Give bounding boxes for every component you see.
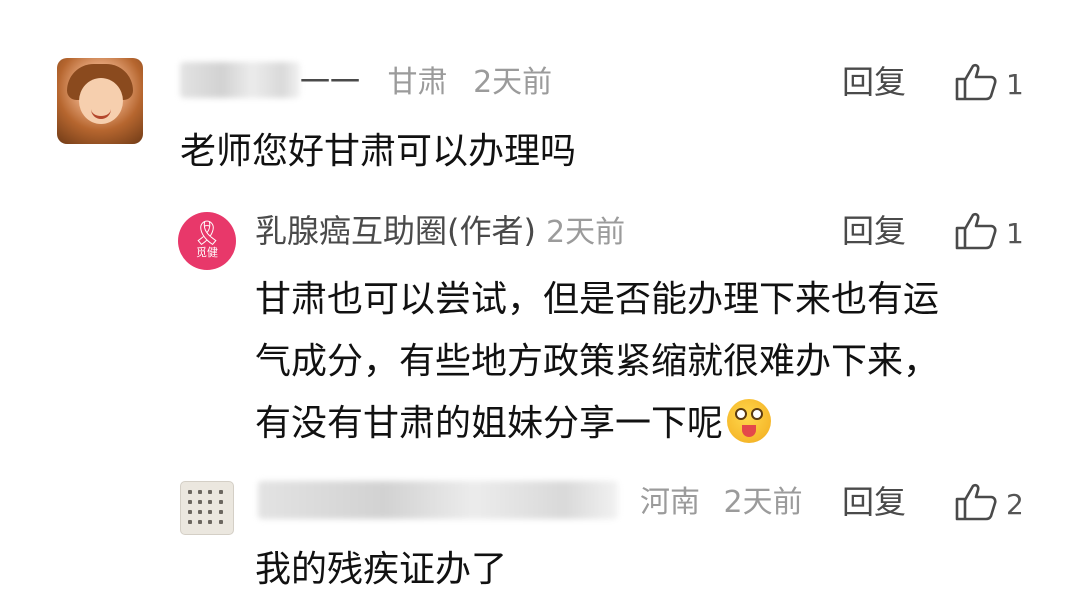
like-count: 2 xyxy=(1006,488,1024,521)
reply-button[interactable]: 回复 xyxy=(842,64,906,100)
comment-meta: 一一 甘肃 2天前 xyxy=(300,66,552,100)
author-avatar[interactable]: 🎗 觅健 xyxy=(178,212,236,270)
like-count: 1 xyxy=(1006,68,1024,101)
location: 甘肃 xyxy=(387,65,448,100)
timestamp: 2天前 xyxy=(545,215,626,250)
avatar-brand: 觅健 xyxy=(196,246,218,259)
blurred-username xyxy=(180,62,300,98)
blurred-username xyxy=(258,481,618,519)
like-count: 1 xyxy=(1006,217,1024,250)
pink-ribbon-icon: 🎗 xyxy=(191,219,223,247)
timestamp: 2天前 xyxy=(723,485,803,520)
surprised-tongue-emoji-icon xyxy=(727,399,772,443)
author-name[interactable]: 乳腺癌互助圈(作者) xyxy=(255,212,536,250)
reply-text-line-3-text: 有没有甘肃的姐妹分享一下呢 xyxy=(255,403,724,444)
avatar[interactable] xyxy=(57,58,143,144)
comment-meta: 河南 2天前 xyxy=(640,486,803,520)
reply-text-line-1: 甘肃也可以尝试，但是否能办理下来也有运 xyxy=(255,279,940,320)
reply-text-line-3: 有没有甘肃的姐妹分享一下呢 xyxy=(255,392,772,456)
calligraphy-grid-avatar[interactable] xyxy=(180,481,234,535)
thumbs-up-icon[interactable] xyxy=(954,62,998,102)
comment-meta: 乳腺癌互助圈(作者) 2天前 xyxy=(255,213,625,251)
comment-text: 老师您好甘肃可以办理吗 xyxy=(180,131,577,172)
thumbs-up-icon[interactable] xyxy=(954,211,998,251)
username[interactable]: 一一 xyxy=(300,65,360,100)
timestamp: 2天前 xyxy=(473,65,553,100)
comment-text: 我的残疾证办了 xyxy=(255,549,508,590)
thumbs-up-icon[interactable] xyxy=(954,482,998,522)
reply-text-line-2: 气成分，有些地方政策紧缩就很难办下来， xyxy=(255,341,940,382)
reply-button[interactable]: 回复 xyxy=(842,213,906,249)
reply-button[interactable]: 回复 xyxy=(842,484,906,520)
location: 河南 xyxy=(640,485,700,520)
